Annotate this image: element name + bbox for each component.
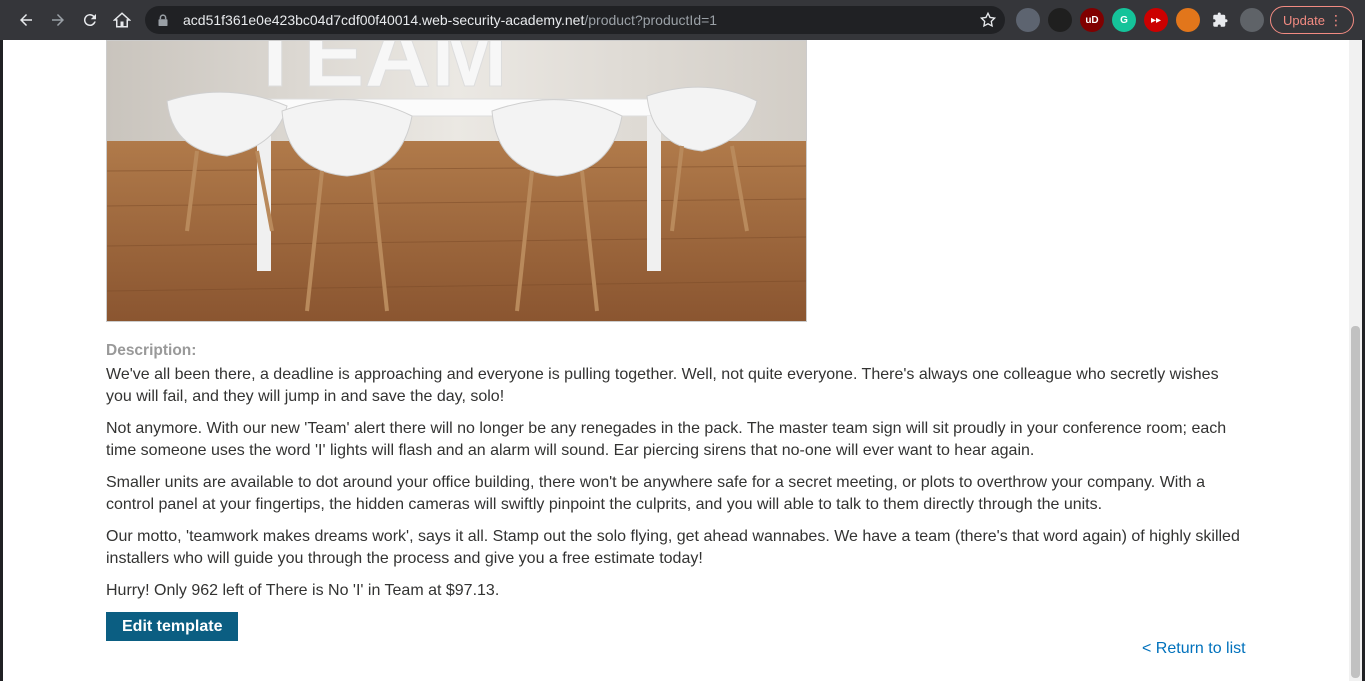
description-paragraph: Our motto, 'teamwork makes dreams work',…: [106, 528, 1240, 567]
stock-message: Hurry! Only 962 left of There is No 'I' …: [106, 582, 500, 599]
forward-arrow-icon: [52, 14, 64, 26]
ghostery-icon[interactable]: [1016, 8, 1040, 32]
url-path: /product?productId=1: [584, 12, 718, 28]
product-description: Description: We've all been there, a dea…: [106, 342, 1246, 641]
url-host: acd51f361e0e423bc04d7cdf00f40014.web-sec…: [183, 12, 585, 28]
page-viewport: TEAM Description: We've all been there, …: [3, 40, 1349, 681]
grammarly-icon[interactable]: G: [1112, 8, 1136, 32]
back-arrow-icon: [20, 14, 32, 26]
edit-template-button[interactable]: Edit template: [106, 612, 239, 641]
url-text[interactable]: acd51f361e0e423bc04d7cdf00f40014.web-sec…: [183, 12, 717, 28]
menu-dots-icon[interactable]: ⋮: [1329, 13, 1343, 27]
home-button[interactable]: [106, 4, 138, 36]
reload-button[interactable]: [74, 4, 106, 36]
description-label: Description:: [106, 342, 197, 359]
back-button[interactable]: [10, 4, 42, 36]
profile-avatar[interactable]: [1240, 8, 1264, 32]
update-button[interactable]: Update ⋮: [1270, 6, 1354, 34]
scrollbar-thumb[interactable]: [1351, 326, 1360, 678]
metamask-icon[interactable]: [1176, 8, 1200, 32]
ublock-icon[interactable]: uD: [1080, 8, 1104, 32]
extensions-bar: uD G ▸▸: [1016, 8, 1264, 32]
forward-button[interactable]: [42, 4, 74, 36]
description-paragraph: We've all been there, a deadline is appr…: [106, 366, 1219, 405]
address-bar[interactable]: acd51f361e0e423bc04d7cdf00f40014.web-sec…: [145, 6, 1005, 34]
product-image: TEAM: [106, 40, 807, 322]
lock-icon[interactable]: [157, 13, 171, 27]
return-to-list-link[interactable]: < Return to list: [1142, 640, 1246, 658]
home-icon: [113, 12, 131, 28]
update-label: Update: [1283, 12, 1325, 28]
page-scrollbar[interactable]: [1349, 40, 1362, 681]
ninja-icon[interactable]: [1048, 8, 1072, 32]
reload-icon: [83, 14, 96, 27]
youtube-ext-icon[interactable]: ▸▸: [1144, 8, 1168, 32]
bookmark-star-icon[interactable]: [979, 11, 997, 29]
description-paragraph: Smaller units are available to dot aroun…: [106, 474, 1206, 513]
team-sign-text: TEAM: [247, 41, 508, 106]
description-paragraph: Not anymore. With our new 'Team' alert t…: [106, 420, 1227, 459]
browser-toolbar: acd51f361e0e423bc04d7cdf00f40014.web-sec…: [0, 0, 1365, 40]
extensions-puzzle-icon[interactable]: [1208, 8, 1232, 32]
